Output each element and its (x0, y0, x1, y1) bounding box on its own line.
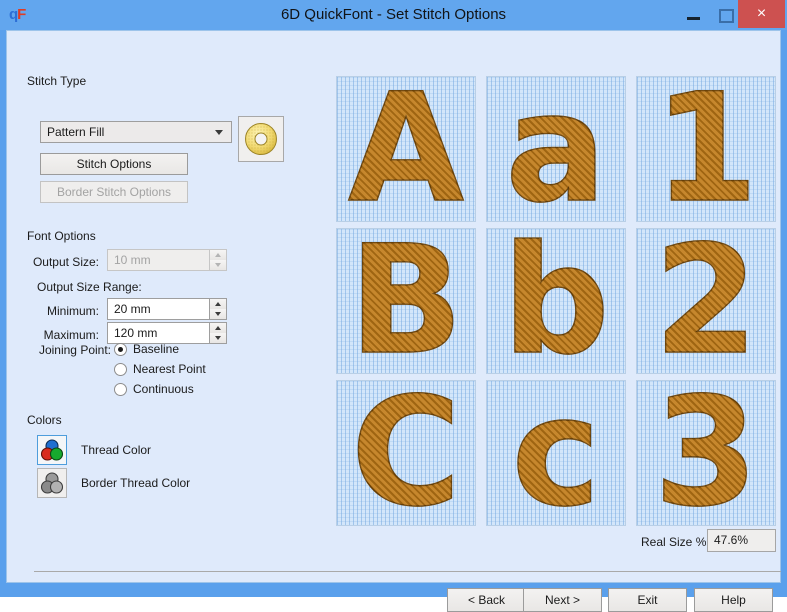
radio-continuous-icon (114, 383, 127, 396)
preview-glyph: 3 (637, 381, 775, 525)
minimize-icon (687, 17, 700, 20)
maximum-stepper-down[interactable] (210, 333, 226, 343)
font-preview-grid: A A a a 1 1 B B b b 2 2 (336, 76, 776, 531)
app-window: qF 6D QuickFont - Set Stitch Options × S… (0, 0, 787, 612)
output-size-label: Output Size: (32, 255, 99, 269)
preview-cell[interactable]: A A (336, 76, 476, 222)
footer-divider (34, 571, 781, 572)
preview-glyph: a (487, 77, 625, 221)
preview-glyph: C (337, 381, 475, 525)
thread-color-label: Thread Color (81, 443, 152, 457)
preview-cell[interactable]: b b (486, 228, 626, 374)
radio-nearest-point-icon (114, 363, 127, 376)
minimize-button[interactable] (677, 0, 709, 28)
maximize-button[interactable] (709, 0, 741, 28)
preview-cell[interactable]: 1 1 (636, 76, 776, 222)
output-size-field[interactable]: 10 mm (107, 249, 227, 271)
preview-glyph: 2 (637, 229, 775, 373)
stitch-type-combo-value: Pattern Fill (47, 125, 105, 139)
minimum-stepper[interactable] (209, 298, 227, 320)
stitch-sample-preview (238, 116, 284, 162)
close-icon: × (756, 5, 767, 22)
thread-color-button[interactable] (37, 435, 67, 465)
output-size-stepper[interactable] (209, 249, 227, 271)
dialog-client-area: Stitch Type Pattern Fill Stitch Options … (6, 30, 781, 612)
colors-section-label: Colors (27, 413, 62, 427)
preview-glyph: A (337, 77, 475, 221)
preview-glyph: 1 (637, 77, 775, 221)
donut-icon (245, 123, 277, 155)
exit-button-label: Exit (637, 593, 658, 607)
maximum-stepper[interactable] (209, 322, 227, 344)
minimum-stepper-down[interactable] (210, 309, 226, 319)
preview-cell[interactable]: 2 2 (636, 228, 776, 374)
output-size-range-label: Output Size Range: (37, 280, 142, 294)
preview-cell[interactable]: 3 3 (636, 380, 776, 526)
border-thread-color-button[interactable] (37, 468, 67, 498)
preview-glyph: b (487, 229, 625, 373)
minimum-label: Minimum: (46, 304, 99, 318)
exit-button[interactable]: Exit (608, 588, 687, 612)
real-size-label: Real Size % (641, 535, 707, 549)
output-size-value: 10 mm (114, 253, 151, 267)
joining-point-label: Joining Point: (38, 343, 111, 357)
help-button-label: Help (721, 593, 746, 607)
minimum-value: 20 mm (114, 302, 151, 316)
preview-cell[interactable]: B B (336, 228, 476, 374)
minimum-field[interactable]: 20 mm (107, 298, 227, 320)
stitch-options-button-label: Stitch Options (76, 157, 152, 171)
next-button[interactable]: Next > (523, 588, 602, 612)
close-button[interactable]: × (738, 0, 785, 28)
preview-glyph: c (487, 381, 625, 525)
maximize-icon (719, 9, 734, 23)
maximum-value: 120 mm (114, 326, 158, 340)
joining-point-option-nearest-point-label: Nearest Point (133, 362, 206, 376)
preview-glyph: B (337, 229, 475, 373)
back-button[interactable]: < Back (447, 588, 526, 612)
stitch-type-section-label: Stitch Type (27, 74, 87, 88)
border-thread-color-icon (40, 472, 64, 494)
joining-point-option-continuous-label: Continuous (133, 382, 194, 396)
output-size-stepper-down[interactable] (210, 260, 226, 270)
border-stitch-options-button-label: Border Stitch Options (56, 185, 172, 199)
real-size-field: 47.6% (707, 529, 776, 552)
stitch-type-combo[interactable]: Pattern Fill (40, 121, 232, 143)
next-button-label: Next > (544, 593, 580, 607)
window-title: 6D QuickFont - Set Stitch Options (280, 6, 507, 23)
preview-cell[interactable]: C C (336, 380, 476, 526)
title-bar: qF 6D QuickFont - Set Stitch Options × (0, 0, 787, 30)
back-button-label: < Back (467, 593, 506, 607)
stitch-options-button[interactable]: Stitch Options (40, 153, 188, 175)
joining-point-option-baseline-label: Baseline (133, 342, 180, 356)
thread-color-icon (40, 439, 64, 461)
chevron-down-icon (215, 130, 223, 135)
border-thread-color-label: Border Thread Color (81, 476, 191, 490)
border-stitch-options-button[interactable]: Border Stitch Options (40, 181, 188, 203)
preview-cell[interactable]: c c (486, 380, 626, 526)
real-size-value: 47.6% (714, 533, 749, 547)
help-button[interactable]: Help (694, 588, 773, 612)
maximum-label: Maximum: (43, 328, 99, 342)
radio-baseline-icon (114, 343, 127, 356)
preview-cell[interactable]: a a (486, 76, 626, 222)
font-options-section-label: Font Options (27, 229, 96, 243)
